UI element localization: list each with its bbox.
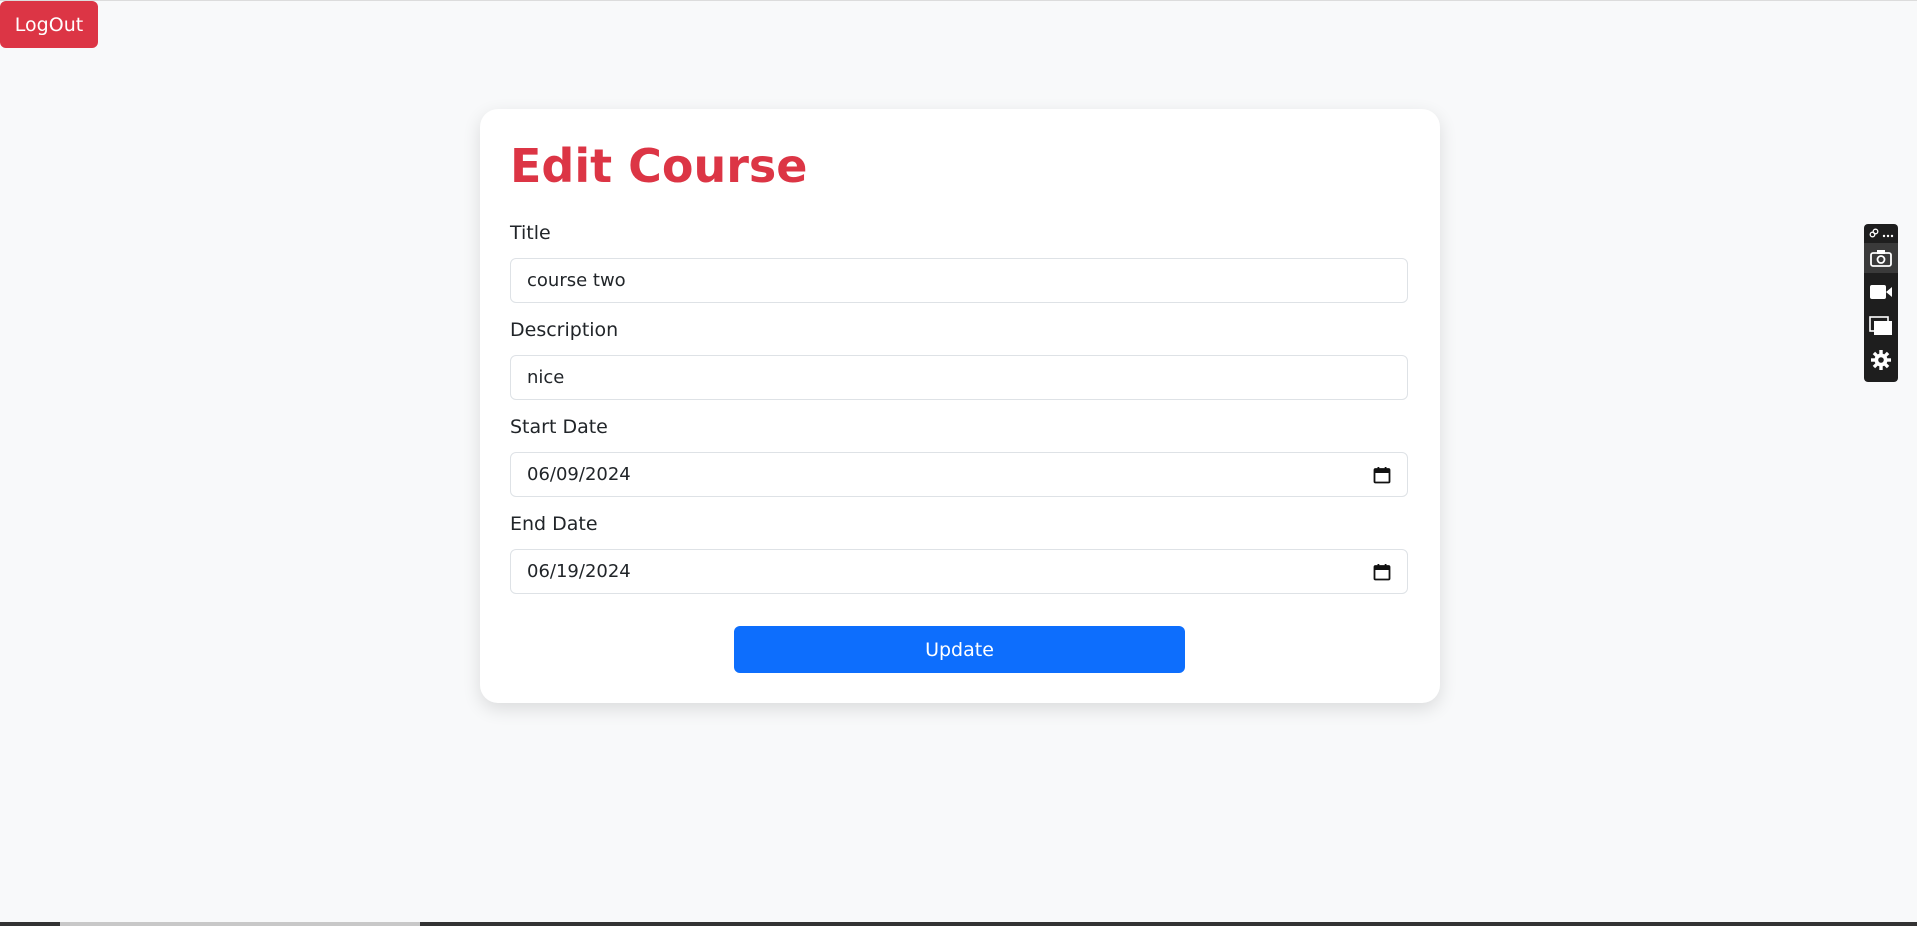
title-input[interactable]: course two bbox=[510, 258, 1408, 303]
update-button[interactable]: Update bbox=[734, 626, 1185, 673]
camera-icon[interactable] bbox=[1864, 243, 1898, 273]
calendar-icon[interactable] bbox=[1373, 466, 1391, 484]
description-input-value: nice bbox=[527, 367, 565, 388]
title-label: Title bbox=[510, 222, 551, 244]
calendar-icon[interactable] bbox=[1373, 563, 1391, 581]
toolbar-header bbox=[1864, 224, 1898, 240]
top-border bbox=[0, 0, 1917, 1]
logout-button[interactable]: LogOut bbox=[0, 1, 98, 48]
end-date-value: 06/19/2024 bbox=[527, 561, 631, 582]
gear-icon[interactable] bbox=[1864, 345, 1898, 375]
link-icon[interactable] bbox=[1869, 223, 1879, 242]
page-title: Edit Course bbox=[510, 139, 808, 193]
end-date-label: End Date bbox=[510, 513, 598, 535]
window-icon[interactable] bbox=[1864, 311, 1898, 341]
more-icon[interactable] bbox=[1882, 223, 1894, 242]
start-date-value: 06/09/2024 bbox=[527, 464, 631, 485]
capture-toolbar bbox=[1864, 224, 1898, 382]
description-input[interactable]: nice bbox=[510, 355, 1408, 400]
start-date-label: Start Date bbox=[510, 416, 608, 438]
start-date-input[interactable]: 06/09/2024 bbox=[510, 452, 1408, 497]
taskbar-highlight bbox=[60, 922, 420, 926]
description-label: Description bbox=[510, 319, 619, 341]
title-input-value: course two bbox=[527, 270, 626, 291]
edit-course-card: Edit Course Title course two Description… bbox=[480, 109, 1440, 703]
end-date-input[interactable]: 06/19/2024 bbox=[510, 549, 1408, 594]
video-icon[interactable] bbox=[1864, 277, 1898, 307]
